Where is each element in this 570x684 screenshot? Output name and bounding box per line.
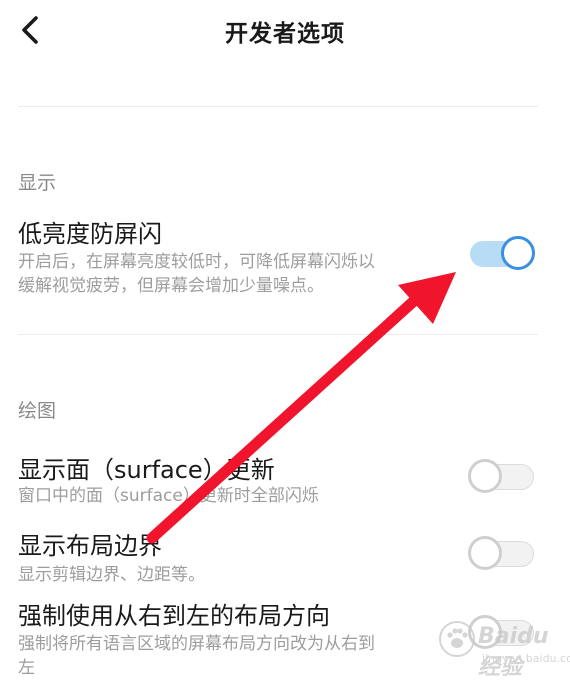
setting-subtitle-line-2: 缓解视觉疲劳，但屏幕会增加少量噪点。 <box>18 276 324 296</box>
setting-subtitle: 窗口中的面（surface）更新时全部闪烁 <box>18 486 319 506</box>
setting-subtitle-line-1: 开启后，在屏幕亮度较低时，可降低屏幕闪烁以 <box>18 252 375 272</box>
section-title-drawing: 绘图 <box>18 400 57 422</box>
watermark-url: jingyan.baidu.com <box>482 652 570 665</box>
paw-logo-icon <box>439 621 475 657</box>
setting-title: 显示面（surface）更新 <box>18 456 275 484</box>
setting-title: 低亮度防屏闪 <box>18 220 162 248</box>
setting-subtitle-line-1: 强制将所有语言区域的屏幕布局方向改为从右到 <box>18 634 375 654</box>
divider <box>18 106 538 107</box>
section-title-display: 显示 <box>18 172 57 194</box>
header-bar: 开发者选项 <box>0 0 570 62</box>
divider <box>18 334 538 335</box>
toggle-knob <box>501 236 535 270</box>
low-brightness-flicker-toggle[interactable] <box>468 235 536 273</box>
show-surface-updates-toggle[interactable] <box>468 458 536 496</box>
page-title: 开发者选项 <box>225 21 345 47</box>
show-layout-bounds-toggle[interactable] <box>468 535 536 573</box>
setting-title: 强制使用从右到左的布局方向 <box>18 602 330 630</box>
toggle-knob <box>468 536 502 570</box>
setting-subtitle: 显示剪辑边界、边距等。 <box>18 565 205 585</box>
baidu-watermark: Baidu经验 jingyan.baidu.com <box>438 614 570 680</box>
setting-title: 显示布局边界 <box>18 532 162 560</box>
setting-subtitle-line-2: 左 <box>18 658 35 678</box>
toggle-knob <box>468 459 502 493</box>
